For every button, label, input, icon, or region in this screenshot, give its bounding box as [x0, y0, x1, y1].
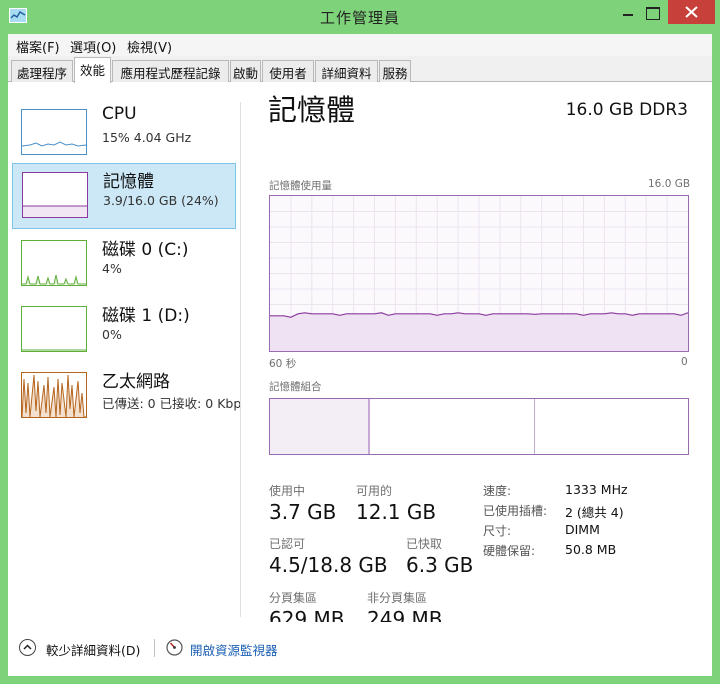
menu-file[interactable]: 檔案(F) — [16, 37, 60, 56]
speed-key: 速度: — [483, 484, 512, 498]
sidebar-item-cpu[interactable]: CPU 15% 4.04 GHz — [12, 101, 236, 167]
memory-usage-area — [270, 312, 688, 351]
cached-value: 6.3 GB — [406, 553, 474, 577]
slots-used-value: 2 (總共 4) — [565, 505, 624, 520]
composition-standby-separator — [534, 399, 535, 454]
sidebar-item-detail: 0% — [102, 327, 122, 342]
composition-label: 記憶體組合 — [269, 381, 322, 393]
tab-users[interactable]: 使用者 — [262, 60, 314, 82]
available-label: 可用的 — [356, 484, 393, 498]
sidebar-item-label: 磁碟 0 (C:) — [102, 240, 189, 260]
tab-app-history[interactable]: 應用程式歷程記錄 — [112, 60, 229, 82]
sidebar-item-detail: 已傳送: 0 已接收: 0 Kbps — [102, 396, 242, 411]
sidebar-item-label: CPU — [102, 104, 137, 124]
composition-in-use-segment — [270, 399, 370, 454]
sidebar-item-detail: 3.9/16.0 GB (24%) — [103, 193, 219, 208]
sidebar-item-detail: 15% 4.04 GHz — [102, 130, 192, 145]
performance-panel: CPU 15% 4.04 GHz 記憶體 3.9/16.0 GB (24%) 磁… — [8, 82, 712, 631]
speed-value: 1333 MHz — [565, 482, 628, 497]
in-use-label: 使用中 — [269, 484, 306, 498]
graph-time-end-label: 0 — [681, 356, 688, 368]
usage-graph-label: 記憶體使用量 — [269, 180, 332, 192]
footer-separator — [154, 639, 155, 657]
title-bar[interactable]: 工作管理員 — [0, 0, 720, 34]
disk-1-thumbnail-graph — [21, 306, 87, 352]
memory-usage-graph — [269, 195, 689, 352]
sidebar-item-memory[interactable]: 記憶體 3.9/16.0 GB (24%) — [12, 163, 236, 229]
task-manager-window: 工作管理員 檔案(F) 選項(O) 檢視(V) 處理程序 效能 應用程式歷程記錄… — [0, 0, 720, 684]
cached-label: 已快取 — [406, 537, 443, 551]
paged-pool-label: 分頁集區 — [269, 591, 318, 605]
open-resource-monitor-link[interactable]: 開啟資源監視器 — [190, 640, 278, 659]
tab-strip: 處理程序 效能 應用程式歷程記錄 啟動 使用者 詳細資料 服務 — [8, 56, 712, 83]
window-title: 工作管理員 — [319, 9, 400, 27]
fewer-details-icon[interactable] — [19, 639, 36, 656]
sidebar-item-label: 記憶體 — [103, 172, 154, 192]
ethernet-thumbnail-graph — [21, 372, 87, 418]
committed-label: 已認可 — [269, 537, 306, 551]
available-value: 12.1 GB — [356, 500, 437, 524]
usage-graph-max-label: 16.0 GB — [648, 178, 691, 190]
sidebar-divider — [240, 102, 241, 617]
sidebar-item-label: 磁碟 1 (D:) — [102, 306, 190, 326]
graph-time-start-label: 60 秒 — [269, 358, 297, 370]
committed-value: 4.5/18.8 GB — [269, 553, 388, 577]
tab-processes[interactable]: 處理程序 — [11, 60, 73, 82]
hardware-reserved-value: 50.8 MB — [565, 542, 617, 557]
maximize-button[interactable] — [638, 0, 666, 24]
close-icon — [685, 6, 698, 18]
menu-view[interactable]: 檢視(V) — [127, 37, 172, 56]
cpu-thumbnail-graph — [21, 109, 87, 155]
form-factor-key: 尺寸: — [483, 524, 512, 538]
client-area: 檔案(F) 選項(O) 檢視(V) 處理程序 效能 應用程式歷程記錄 啟動 使用… — [8, 34, 712, 676]
tab-performance[interactable]: 效能 — [74, 57, 111, 83]
memory-thumbnail-graph — [22, 172, 88, 218]
close-button[interactable] — [668, 0, 715, 24]
resource-monitor-icon[interactable] — [166, 639, 183, 656]
tab-startup[interactable]: 啟動 — [230, 60, 261, 82]
disk-0-thumbnail-graph — [21, 240, 87, 286]
sidebar-item-label: 乙太網路 — [102, 372, 170, 392]
menu-options[interactable]: 選項(O) — [70, 37, 116, 56]
memory-spec: 16.0 GB DDR3 — [565, 100, 688, 120]
memory-composition-bar — [269, 398, 689, 455]
footer-bar: 較少詳細資料(D) 開啟資源監視器 — [8, 622, 712, 676]
sidebar-item-disk-1[interactable]: 磁碟 1 (D:) 0% — [12, 298, 236, 364]
hardware-reserved-key: 硬體保留: — [483, 544, 536, 558]
page-title: 記憶體 — [268, 93, 356, 127]
slots-used-key: 已使用插槽: — [483, 504, 548, 518]
menu-bar: 檔案(F) 選項(O) 檢視(V) — [8, 34, 712, 56]
form-factor-value: DIMM — [565, 522, 600, 537]
fewer-details-button[interactable]: 較少詳細資料(D) — [46, 640, 140, 659]
sidebar-item-disk-0[interactable]: 磁碟 0 (C:) 4% — [12, 232, 236, 298]
tab-details[interactable]: 詳細資料 — [315, 60, 378, 82]
tab-services[interactable]: 服務 — [379, 60, 411, 82]
nonpaged-pool-label: 非分頁集區 — [367, 591, 428, 605]
sidebar-item-ethernet[interactable]: 乙太網路 已傳送: 0 已接收: 0 Kbps — [12, 364, 242, 430]
in-use-value: 3.7 GB — [269, 500, 337, 524]
sidebar-item-detail: 4% — [102, 261, 122, 276]
